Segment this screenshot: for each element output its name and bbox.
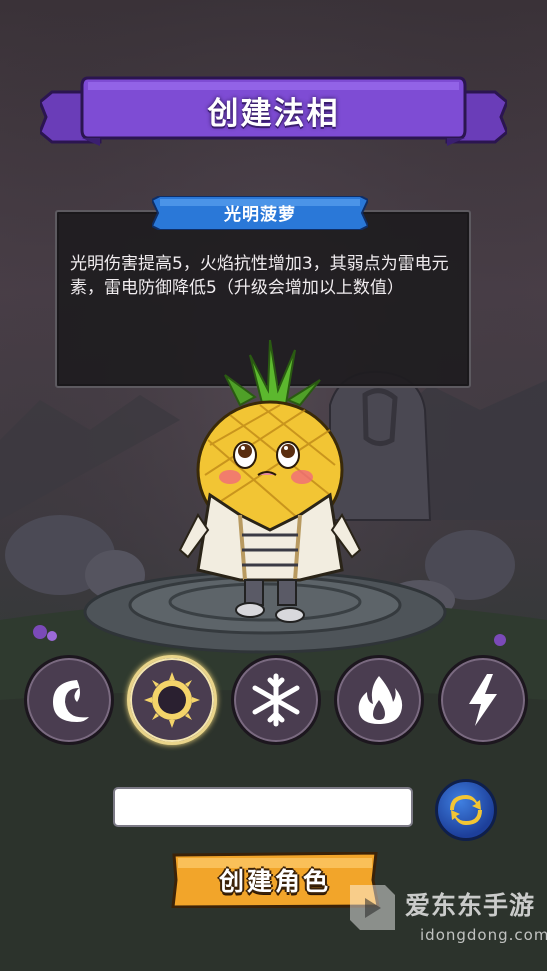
crescent-moon-icon xyxy=(53,680,89,722)
sun-ring-icon xyxy=(144,672,200,728)
element-ice-button[interactable] xyxy=(231,655,321,745)
element-thunder-button[interactable] xyxy=(438,655,528,745)
page-title: 创建法相 xyxy=(207,96,340,132)
element-light-button[interactable] xyxy=(127,655,217,745)
snowflake-icon xyxy=(252,673,300,727)
lightning-icon xyxy=(469,674,497,726)
element-fire-button[interactable] xyxy=(334,655,424,745)
watermark-url: idongdong.com xyxy=(420,926,547,944)
watermark-logo-icon xyxy=(350,885,395,930)
character-description: 光明伤害提高5，火焰抗性增加3，其弱点为雷电元素，雷电防御降低5（升级会增加以上… xyxy=(70,254,449,298)
character-name-input[interactable] xyxy=(113,787,413,827)
pineapple-character xyxy=(178,339,362,623)
watermark-brand: 爱东东手游 xyxy=(405,891,536,920)
refresh-icon xyxy=(450,795,482,825)
random-name-button[interactable] xyxy=(435,779,497,841)
element-dark-button[interactable] xyxy=(24,655,114,745)
flame-icon xyxy=(358,676,403,724)
create-button-label: 创建角色 xyxy=(218,867,331,896)
character-name: 光明菠萝 xyxy=(224,205,296,225)
